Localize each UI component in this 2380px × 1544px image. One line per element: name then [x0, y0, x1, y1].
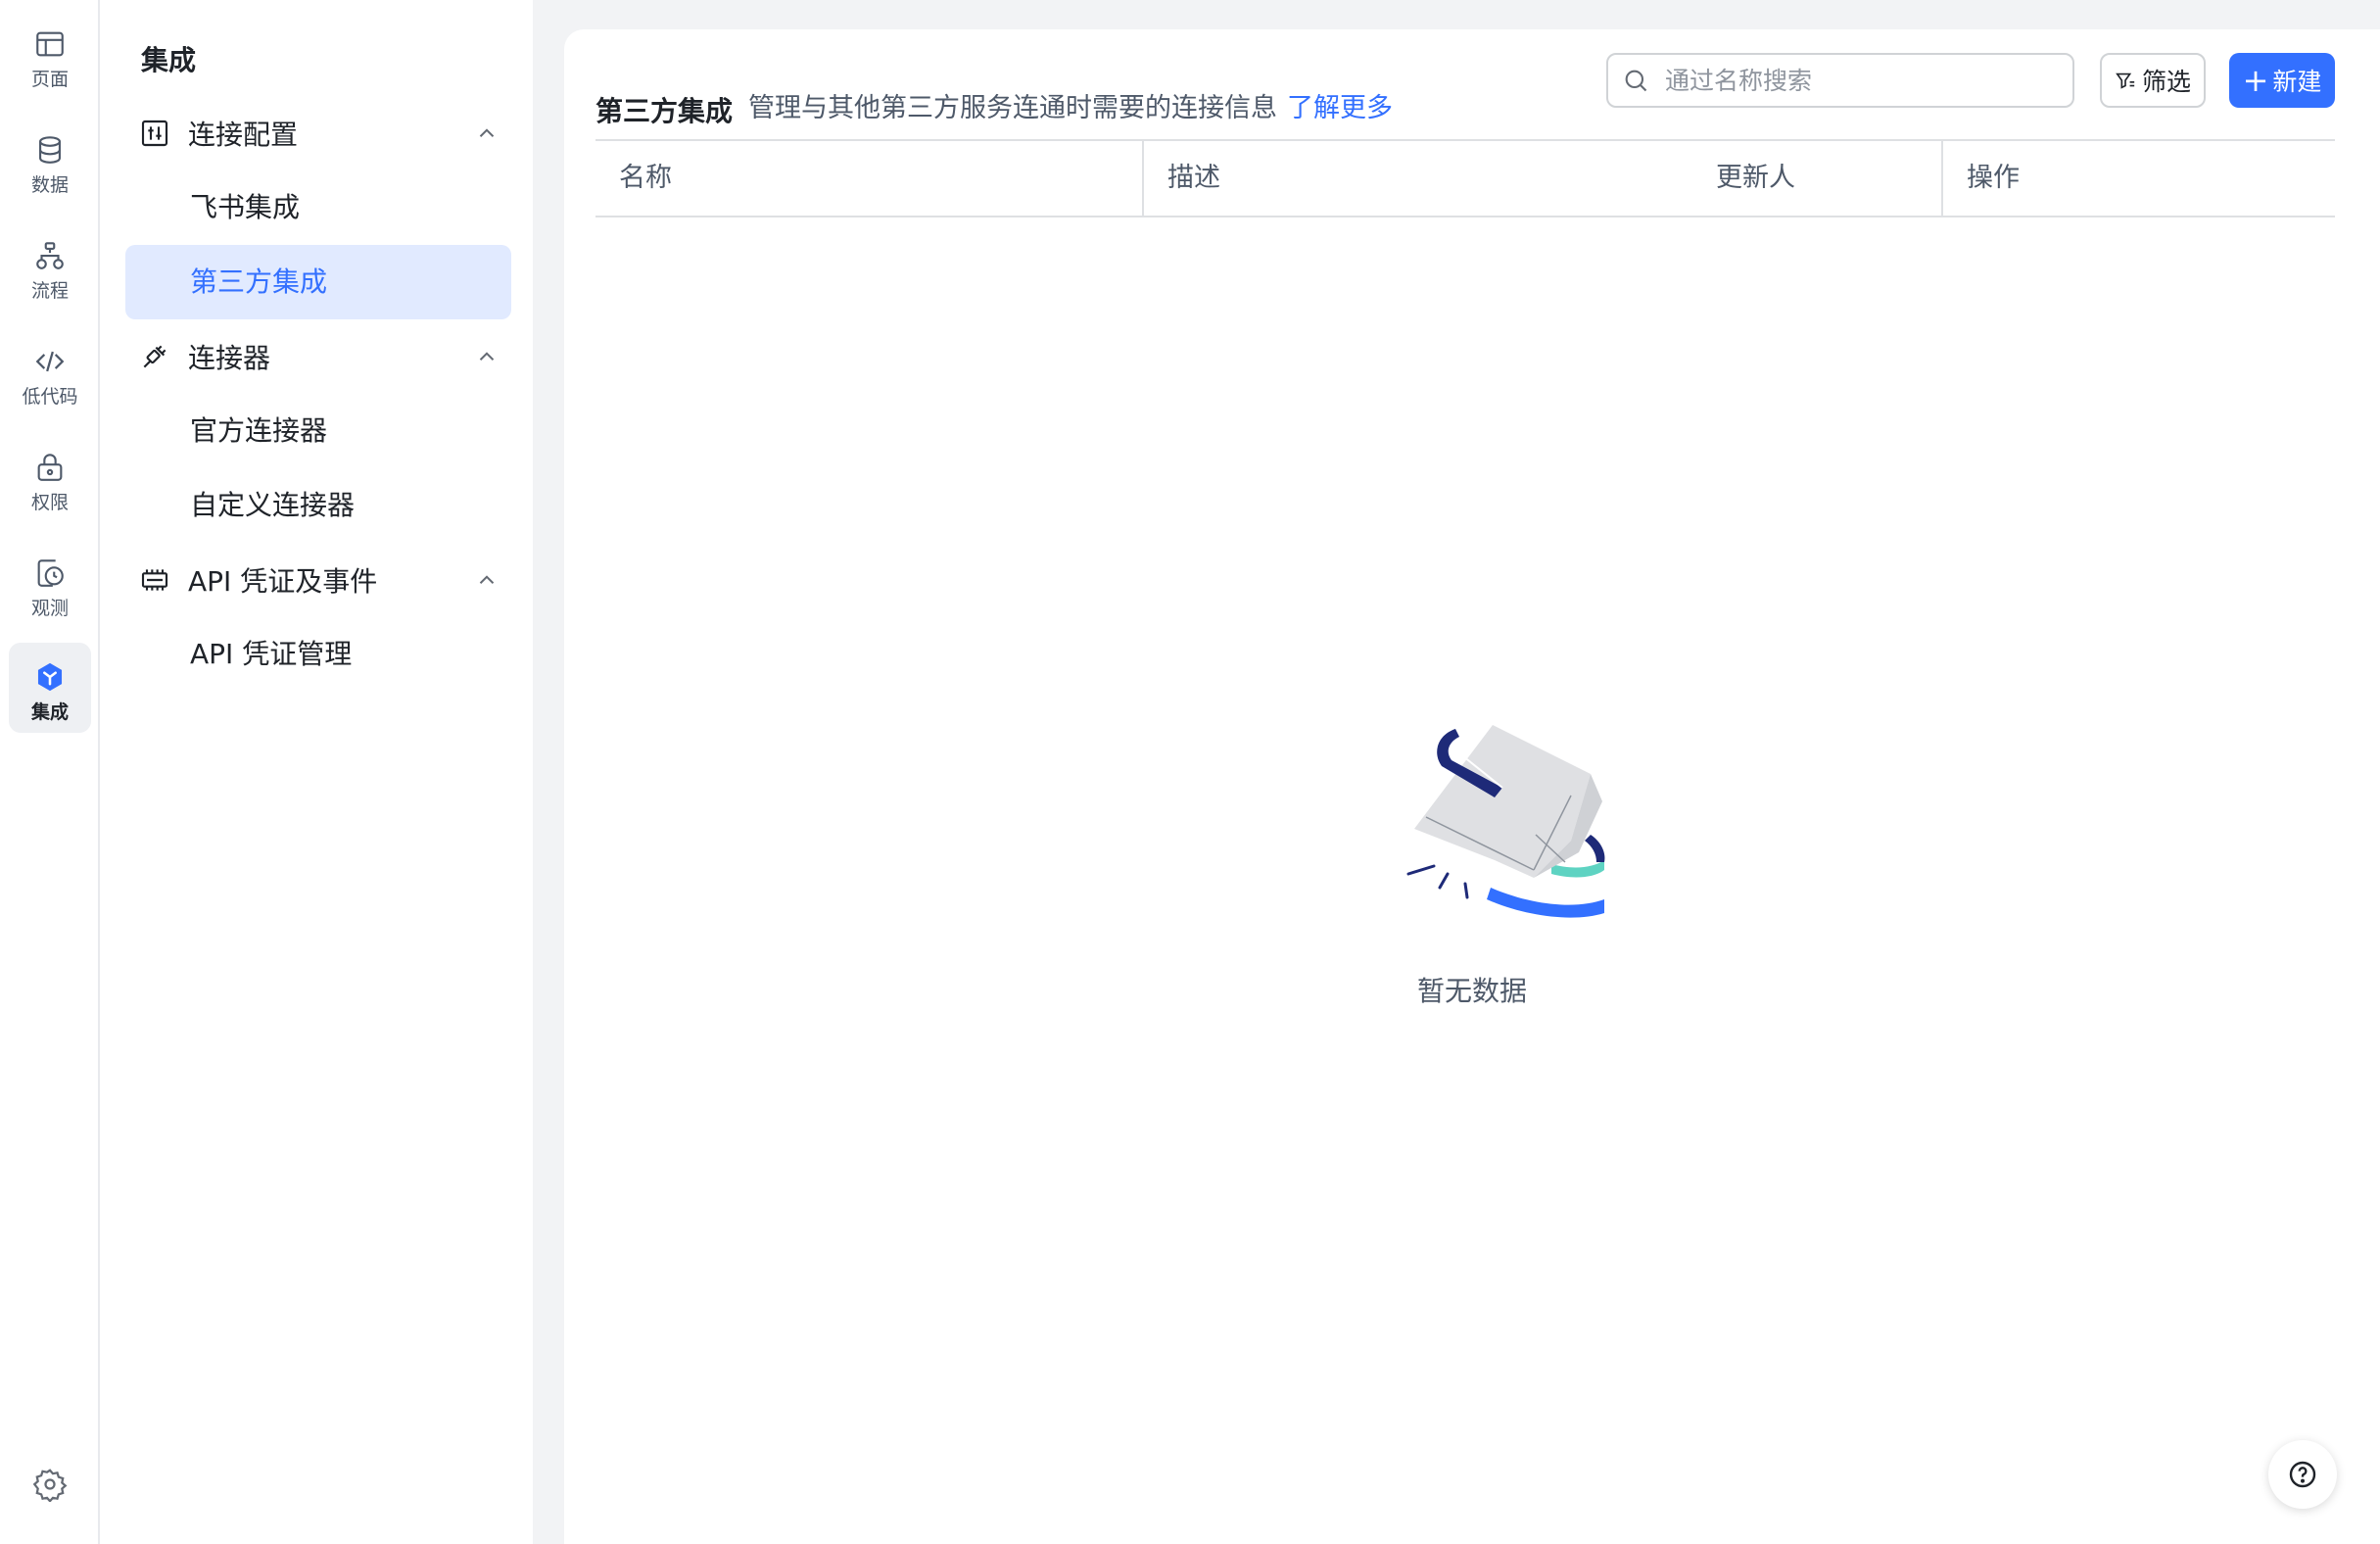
rail-item-label: 权限 [30, 492, 69, 513]
search-input[interactable] [1663, 65, 2039, 96]
gear-icon[interactable] [32, 1467, 68, 1502]
app-rail: 页面 数据 流程 低代码 权限 观测 集成 [0, 0, 100, 1544]
nav-group-connection-config[interactable]: 连接配置 [139, 109, 503, 158]
rail-item-data[interactable]: 数据 [9, 116, 91, 206]
chevron-up-icon[interactable] [474, 567, 500, 593]
nav-title: 集成 [141, 44, 197, 76]
code-icon [35, 351, 65, 372]
nav-item-feishu-integration[interactable]: 飞书集成 [125, 170, 511, 245]
config-icon [141, 120, 168, 147]
chip-icon [141, 569, 168, 591]
monitor-icon [37, 559, 64, 587]
column-header-description[interactable]: 描述 [1167, 141, 1220, 216]
layout-icon [36, 31, 64, 57]
rail-item-workflow[interactable]: 流程 [9, 221, 91, 312]
search-box[interactable] [1606, 53, 2074, 108]
new-button[interactable]: + 新建 [2229, 53, 2335, 108]
search-icon [1625, 70, 1647, 92]
rail-item-label: 数据 [30, 174, 69, 196]
nav-item-api-credential-management[interactable]: API 凭证管理 [125, 617, 511, 692]
column-header-actions[interactable]: 操作 [1967, 141, 2020, 216]
empty-box-illustration [1406, 725, 1605, 918]
workflow-icon [36, 242, 64, 269]
rail-item-label: 集成 [30, 701, 69, 723]
new-button-label: 新建 [2272, 68, 2322, 96]
chevron-up-icon[interactable] [474, 344, 500, 369]
rail-item-label: 观测 [30, 598, 69, 619]
nav-group-label: 连接器 [188, 342, 271, 374]
help-button[interactable] [2268, 1440, 2337, 1509]
lock-icon [37, 454, 63, 481]
nav-group-label: API 凭证及事件 [188, 565, 378, 598]
integration-icon [37, 662, 63, 692]
column-resizer[interactable] [1941, 141, 1943, 216]
main-content: 第三方集成 管理与其他第三方服务连通时需要的连接信息了解更多 筛选 + 新建 名… [564, 29, 2380, 1544]
page-title: 第三方集成 [595, 95, 734, 127]
chevron-up-icon[interactable] [474, 121, 500, 146]
rail-item-integration[interactable]: 集成 [9, 643, 91, 733]
empty-state-text: 暂无数据 [1416, 975, 1527, 1007]
filter-button-label: 筛选 [2141, 68, 2191, 96]
plug-icon [143, 345, 167, 368]
nav-item-third-party-integration[interactable]: 第三方集成 [125, 245, 511, 319]
page-description: 管理与其他第三方服务连通时需要的连接信息 了解更多 [748, 86, 1393, 124]
column-header-updater[interactable]: 更新人 [1716, 141, 1795, 216]
description-text: 管理与其他第三方服务连通时需要的连接信息 [748, 93, 1277, 123]
nav-item-custom-connectors[interactable]: 自定义连接器 [125, 468, 511, 543]
rail-item-label: 流程 [30, 280, 69, 302]
column-resizer[interactable] [1142, 141, 1144, 216]
column-header-name[interactable]: 名称 [619, 141, 672, 216]
rail-item-label: 页面 [30, 69, 69, 90]
question-icon [2289, 1461, 2316, 1488]
database-icon [39, 136, 61, 164]
plus-icon: + [2242, 62, 2269, 99]
learn-more-link[interactable]: 了解更多 [1287, 93, 1393, 123]
table-header: 名称 描述 更新人 操作 [595, 139, 2335, 217]
nav-item-official-connectors[interactable]: 官方连接器 [125, 394, 511, 468]
nav-group-label: 连接配置 [188, 119, 299, 151]
filter-button[interactable]: 筛选 [2100, 53, 2206, 108]
rail-item-permissions[interactable]: 权限 [9, 433, 91, 523]
rail-item-pages[interactable]: 页面 [9, 10, 91, 100]
secondary-nav: 集成 连接配置 飞书集成 第三方集成 连接器 官方连接器 自定义连接器 API … [100, 0, 533, 1544]
rail-item-label: 低代码 [22, 386, 78, 408]
filter-icon [2116, 72, 2135, 89]
rail-item-observe[interactable]: 观测 [9, 539, 91, 629]
rail-item-lowcode[interactable]: 低代码 [9, 327, 91, 417]
nav-group-connectors[interactable]: 连接器 [139, 332, 503, 381]
nav-group-api-credentials[interactable]: API 凭证及事件 [139, 555, 503, 604]
